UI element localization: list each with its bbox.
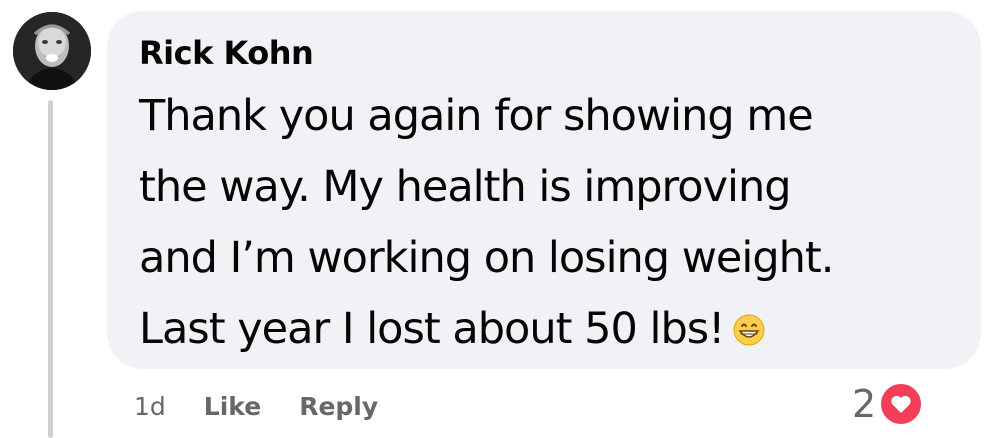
comment-line-last: Last year I lost about 50 lbs! xyxy=(139,294,969,369)
comment-line: and I’m working on losing weight. xyxy=(139,233,834,283)
comment-bubble: Rick Kohn Thank you again for showing me… xyxy=(107,11,981,369)
reaction-count: 2 xyxy=(852,382,877,426)
like-button[interactable]: Like xyxy=(204,392,261,421)
thread-line xyxy=(48,100,53,438)
grinning-face-icon xyxy=(732,298,766,369)
comment-text: Thank you again for showing me the way. … xyxy=(139,81,969,369)
comment-line-text: Last year I lost about 50 lbs! xyxy=(139,304,725,354)
comment-author[interactable]: Rick Kohn xyxy=(139,33,981,73)
heart-icon xyxy=(878,381,925,427)
avatar-image xyxy=(13,12,91,90)
comment-line: Thank you again for showing me xyxy=(139,91,814,141)
reply-button[interactable]: Reply xyxy=(299,392,378,421)
comment-timestamp[interactable]: 1d xyxy=(134,392,166,421)
avatar[interactable] xyxy=(13,12,91,90)
reaction-summary[interactable]: 2 xyxy=(852,380,925,428)
comment-actions: 1d Like Reply xyxy=(134,386,378,426)
comment-line: the way. My health is improving xyxy=(139,162,792,212)
